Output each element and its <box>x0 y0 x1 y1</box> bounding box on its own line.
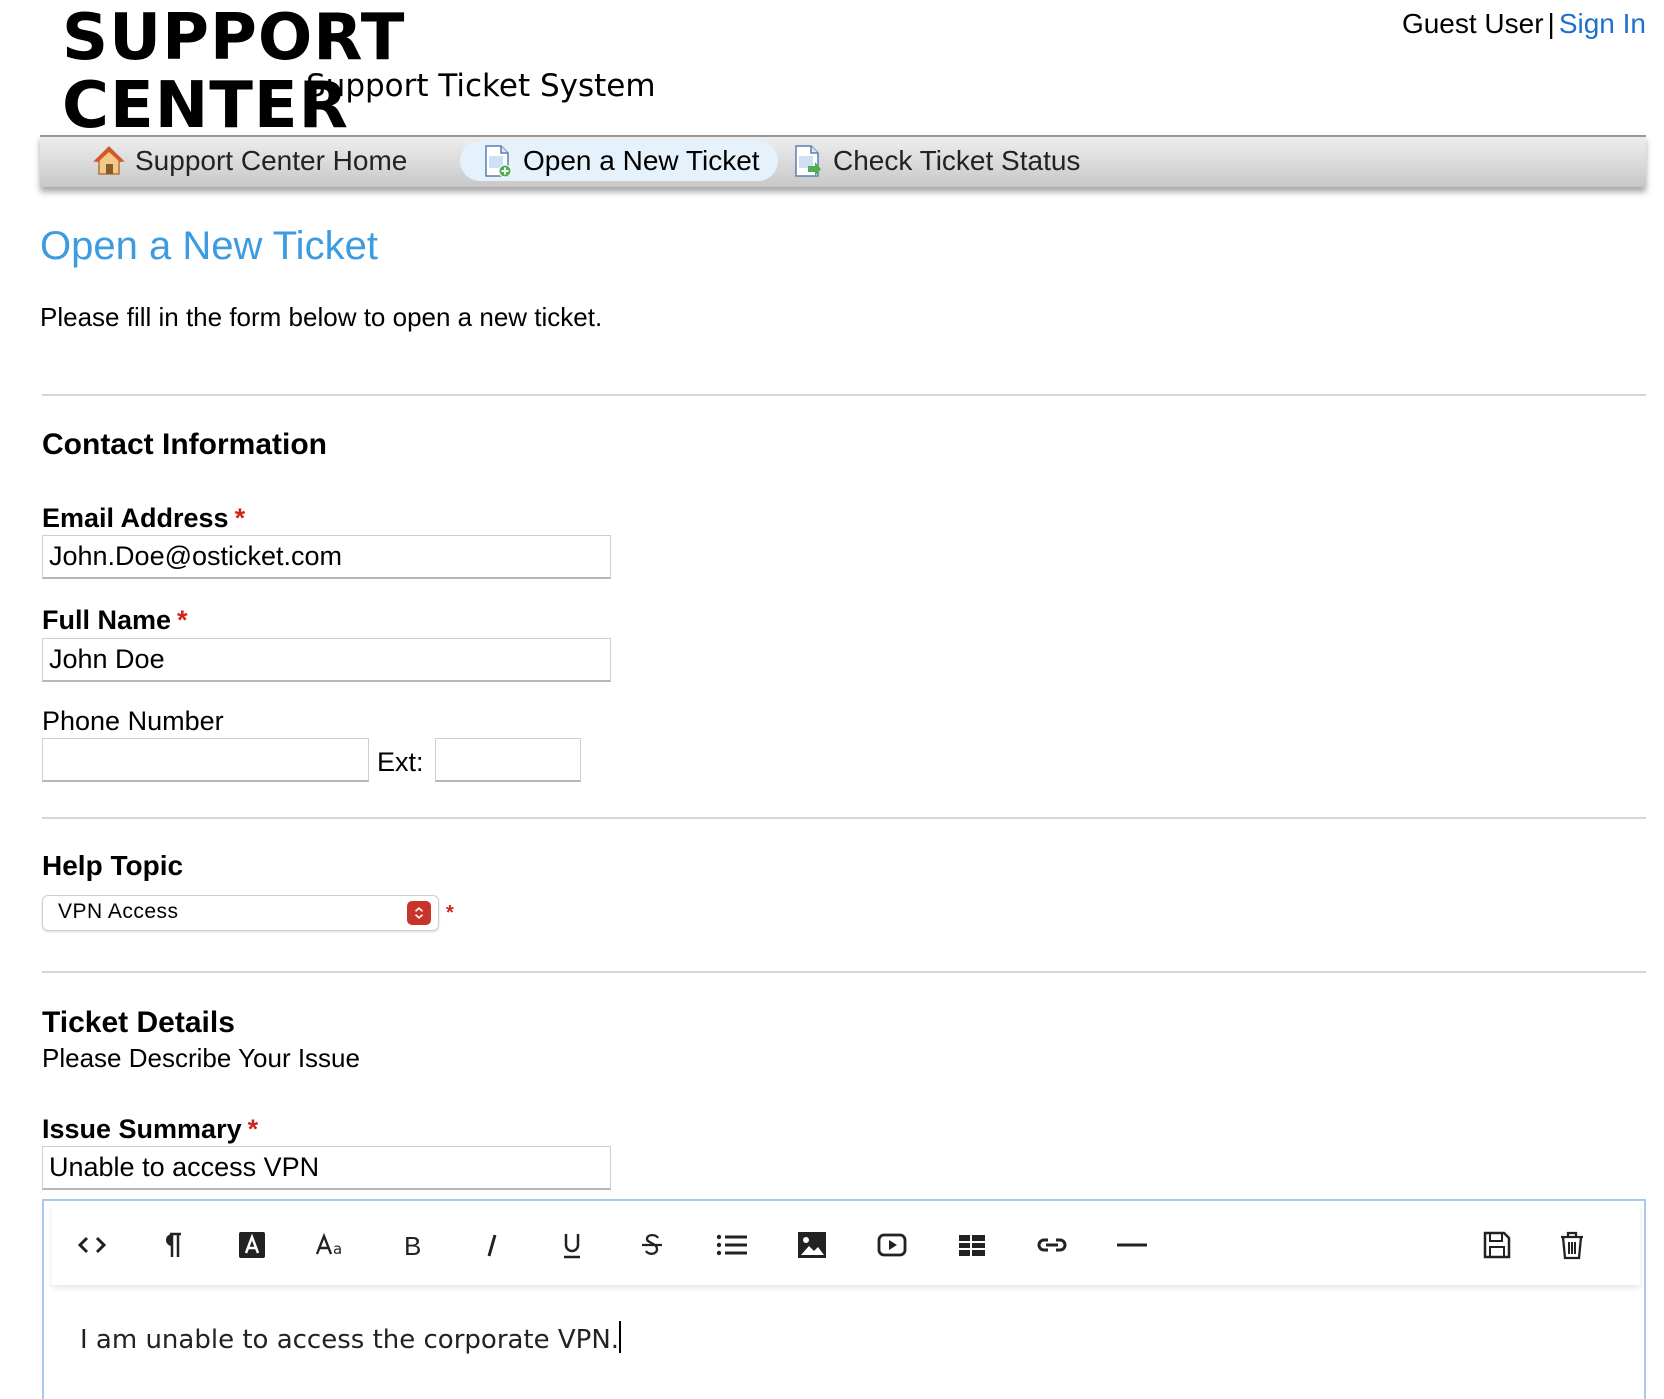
strikethrough-icon[interactable] <box>632 1225 672 1265</box>
home-icon <box>92 144 126 178</box>
delete-draft-icon[interactable] <box>1552 1225 1592 1265</box>
divider <box>42 394 1646 396</box>
text-cursor <box>619 1321 622 1353</box>
email-label: Email Address * <box>42 503 246 533</box>
text-color-icon[interactable] <box>232 1225 272 1265</box>
nav-label: Check Ticket Status <box>833 145 1081 176</box>
svg-text:a: a <box>333 1240 342 1258</box>
paragraph-format-icon[interactable] <box>152 1225 192 1265</box>
main-nav: Support Center Home Open a New Ticket Ch… <box>40 135 1646 187</box>
save-draft-icon[interactable] <box>1477 1225 1517 1265</box>
issue-summary-label: Issue Summary * <box>42 1114 259 1144</box>
editor-body-text: I am unable to access the corporate VPN. <box>80 1325 620 1355</box>
sign-in-link[interactable]: Sign In <box>1559 8 1646 39</box>
select-arrows-icon <box>407 901 431 925</box>
help-topic-select[interactable]: VPN Access <box>42 895 439 931</box>
svg-text:B: B <box>404 1231 421 1260</box>
user-bar: Guest User | Sign In <box>1402 8 1646 40</box>
full-name-field[interactable] <box>42 638 611 682</box>
page-title: Open a New Ticket <box>40 224 378 268</box>
contact-heading: Contact Information <box>42 428 327 461</box>
guest-user-label: Guest User <box>1401 8 1544 39</box>
ticket-details-subheading: Please Describe Your Issue <box>42 1043 360 1073</box>
ticket-status-icon <box>790 144 824 178</box>
help-topic-heading: Help Topic <box>42 850 184 881</box>
phone-label: Phone Number <box>42 706 224 736</box>
nav-support-center-home[interactable]: Support Center Home <box>72 141 425 181</box>
nav-check-ticket-status[interactable]: Check Ticket Status <box>770 141 1098 181</box>
code-view-icon[interactable] <box>72 1225 112 1265</box>
italic-icon[interactable] <box>472 1225 512 1265</box>
required-marker: * <box>234 503 246 533</box>
horizontal-rule-icon[interactable] <box>1112 1225 1152 1265</box>
separator: | <box>1547 8 1555 39</box>
full-name-label: Full Name * <box>42 605 188 635</box>
email-field[interactable] <box>42 535 611 579</box>
insert-table-icon[interactable] <box>952 1225 992 1265</box>
divider <box>42 971 1646 973</box>
new-ticket-icon <box>480 144 514 178</box>
unordered-list-icon[interactable] <box>712 1225 752 1265</box>
phone-field[interactable] <box>42 738 369 782</box>
nav-label: Open a New Ticket <box>523 145 760 176</box>
bold-icon[interactable]: B <box>392 1225 432 1265</box>
insert-link-icon[interactable] <box>1032 1225 1072 1265</box>
issue-summary-field[interactable] <box>42 1146 611 1190</box>
insert-video-icon[interactable] <box>872 1225 912 1265</box>
logo-subtitle: Support Ticket System <box>306 68 656 104</box>
phone-ext-field[interactable] <box>435 738 581 782</box>
font-size-icon[interactable]: a <box>312 1225 352 1265</box>
nav-label: Support Center Home <box>135 145 408 176</box>
site-logo[interactable]: SUPPORT CENTER Support Ticket System <box>62 4 662 140</box>
ext-label: Ext: <box>377 747 424 777</box>
ticket-details-heading: Ticket Details <box>42 1006 235 1039</box>
divider <box>42 817 1646 819</box>
editor-body[interactable]: I am unable to access the corporate VPN. <box>80 1321 622 1355</box>
insert-image-icon[interactable] <box>792 1225 832 1265</box>
help-topic-selected: VPN Access <box>58 900 179 923</box>
editor-toolbar: a B <box>52 1205 1640 1285</box>
underline-icon[interactable] <box>552 1225 592 1265</box>
page-intro: Please fill in the form below to open a … <box>40 302 603 332</box>
required-marker: * <box>247 1114 259 1144</box>
required-marker: * <box>177 605 188 635</box>
rich-text-editor: a B I am unable to access the corporate … <box>42 1199 1646 1399</box>
nav-open-new-ticket[interactable]: Open a New Ticket <box>460 141 778 181</box>
required-marker: * <box>446 902 454 924</box>
